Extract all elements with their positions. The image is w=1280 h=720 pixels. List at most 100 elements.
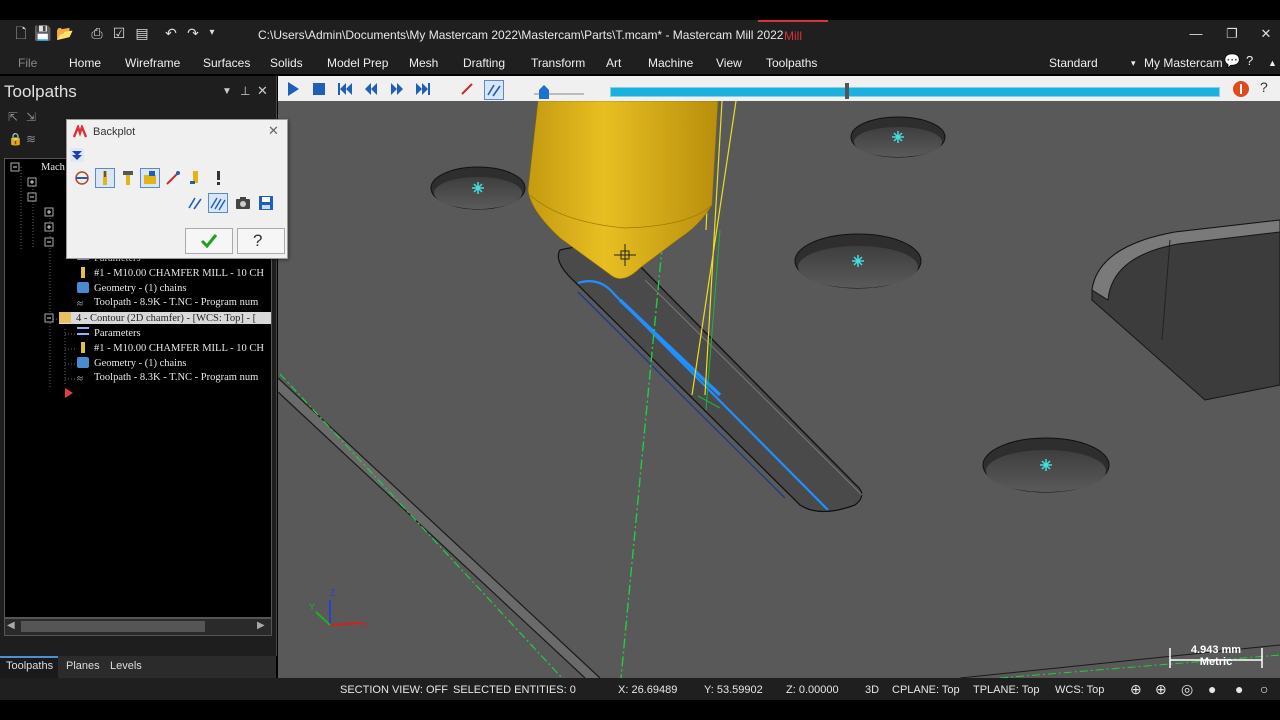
scroll-right-icon[interactable]: ▶ [257,620,265,631]
graphics-viewport[interactable]: Z X Y [278,101,1280,678]
wireframe-icon[interactable]: ◎ [1181,681,1193,698]
tree-item-parameters[interactable]: Parameters [77,327,141,339]
workspace-select[interactable]: Standard [1049,56,1098,70]
toolpath-lines-icon[interactable] [185,193,205,213]
display-holder-icon[interactable] [118,168,138,188]
tab-transform[interactable]: Transform [531,56,585,70]
collapse-expand-icon[interactable] [70,148,84,162]
tab-solids[interactable]: Solids [270,56,303,70]
clipboard-icon[interactable]: ▤ [133,24,151,42]
minimize-button[interactable]: — [1184,24,1208,44]
shaded-icon[interactable]: ● [1208,681,1216,697]
step-forward-icon[interactable] [388,80,406,98]
tab-planes[interactable]: Planes [66,660,100,672]
cad-scene[interactable]: Z X Y [278,101,1280,678]
customize-qat-icon[interactable]: ▾ [203,24,221,42]
waves-icon[interactable]: ≋ [26,132,36,146]
progress-track[interactable] [610,87,1220,97]
tab-levels[interactable]: Levels [110,660,142,672]
tab-file[interactable]: File [18,56,37,70]
globe-wire-icon[interactable]: ⊕ [1155,681,1167,698]
undo-icon[interactable]: ↶ [162,24,180,42]
tree-item-tool[interactable]: #1 - M10.00 CHAMFER MILL - 10 CH [77,267,264,279]
tab-art[interactable]: Art [606,56,621,70]
scroll-left-icon[interactable]: ◀ [7,620,15,631]
my-mastercam-menu[interactable]: My Mastercam [1144,56,1223,70]
open-folder-icon[interactable]: 📂 [56,24,74,42]
panel-menu-icon[interactable]: ▼ [222,86,232,97]
translucent-icon[interactable]: ○ [1260,681,1268,697]
print-icon[interactable]: ⎙ [88,24,106,42]
shaded-edges-icon[interactable]: ● [1235,681,1243,697]
dialog-close-icon[interactable]: ✕ [268,123,279,139]
toolpath-display-icon[interactable] [484,80,504,100]
folder-icon [59,312,71,323]
display-rapid-moves-icon[interactable] [140,168,160,188]
section-view-status[interactable]: SECTION VIEW: OFF [340,684,448,696]
redo-icon[interactable]: ↷ [184,24,202,42]
toolpath-icon: ≈ [77,373,84,385]
select-icon[interactable]: ⇲ [26,110,36,124]
tab-home[interactable]: Home [69,56,101,70]
tree-item-tool[interactable]: #1 - M10.00 CHAMFER MILL - 10 CH [77,342,264,354]
selected-entities-status[interactable]: SELECTED ENTITIES: 0 [453,684,576,696]
scroll-thumb[interactable] [21,621,205,632]
chevron-down-icon[interactable]: ▾ [1131,58,1136,69]
tab-mesh[interactable]: Mesh [409,56,438,70]
tree-item-geometry[interactable]: Geometry - (1) chains [77,282,186,294]
shade-verify-icon[interactable] [185,168,205,188]
skip-forward-icon[interactable] [414,80,432,98]
close-window-button[interactable]: ✕ [1254,24,1278,44]
display-tool-icon[interactable] [95,168,115,188]
tab-surfaces[interactable]: Surfaces [203,56,250,70]
ribbon-collapse-icon[interactable]: ▲ [1268,58,1277,68]
tree-item-contour-operation[interactable]: 4 - Contour (2D chamfer) - [WCS: Top] - … [59,312,271,324]
wcs-status[interactable]: WCS: Top [1055,684,1104,696]
tab-drafting[interactable]: Drafting [463,56,505,70]
trace-icon[interactable] [458,80,476,98]
save-icon[interactable]: 💾 [34,24,52,42]
stop-icon[interactable] [310,80,328,98]
tree-item-toolpath[interactable]: ≈ Toolpath - 8.9K - T.NC - Program num [77,297,258,310]
step-back-icon[interactable] [362,80,380,98]
select-all-icon[interactable]: ⇱ [8,110,18,124]
help-button[interactable]: ? [237,228,285,254]
save-icon[interactable] [256,193,276,213]
panel-title: Toolpaths [4,82,77,101]
maximize-button[interactable]: ❐ [1220,24,1244,44]
tree-horizontal-scrollbar[interactable]: ◀ ▶ [4,618,272,636]
z-coordinate: Z: 0.00000 [786,684,839,696]
stop-conditions-icon[interactable] [1232,80,1250,98]
progress-handle[interactable] [845,83,850,99]
new-file-icon[interactable]: 🗋 [12,24,30,42]
lock-icon[interactable]: 🔒 [8,132,23,146]
skip-back-icon[interactable] [336,80,354,98]
tab-toolpaths-panel[interactable]: Toolpaths [6,660,53,672]
globe-icon[interactable]: ⊕ [1130,681,1142,698]
ok-button[interactable] [185,228,233,254]
tab-model-prep[interactable]: Model Prep [327,56,388,70]
help-icon[interactable]: ? [1260,79,1268,95]
display-toolpath-icon[interactable] [72,168,92,188]
tab-wireframe[interactable]: Wireframe [125,56,180,70]
tab-toolpaths[interactable]: Toolpaths [766,56,817,70]
help-icon[interactable]: ? [1246,53,1253,68]
tree-item-machine[interactable]: Mach [41,162,65,173]
tree-item-geometry[interactable]: Geometry - (1) chains [77,357,186,369]
comment-icon[interactable]: 💬 [1224,53,1240,69]
toolpath-lines-all-icon[interactable] [208,193,228,213]
tplane-status[interactable]: TPLANE: Top [973,684,1039,696]
speed-slider-thumb[interactable] [539,85,549,99]
camera-icon[interactable] [233,193,253,213]
display-entity-endpoints-icon[interactable] [163,168,183,188]
save-as-icon[interactable]: ☑ [110,24,128,42]
tab-view[interactable]: View [716,56,742,70]
play-icon[interactable] [284,80,302,98]
panel-close-icon[interactable]: ✕ [257,83,268,99]
cplane-status[interactable]: CPLANE: Top [892,684,960,696]
pin-icon[interactable]: ⊥ [240,84,250,98]
mode-2d-3d[interactable]: 3D [865,684,879,696]
alert-info-icon[interactable] [208,168,228,188]
tree-item-toolpath[interactable]: ≈ Toolpath - 8.3K - T.NC - Program num [77,372,258,385]
tab-machine[interactable]: Machine [648,56,693,70]
